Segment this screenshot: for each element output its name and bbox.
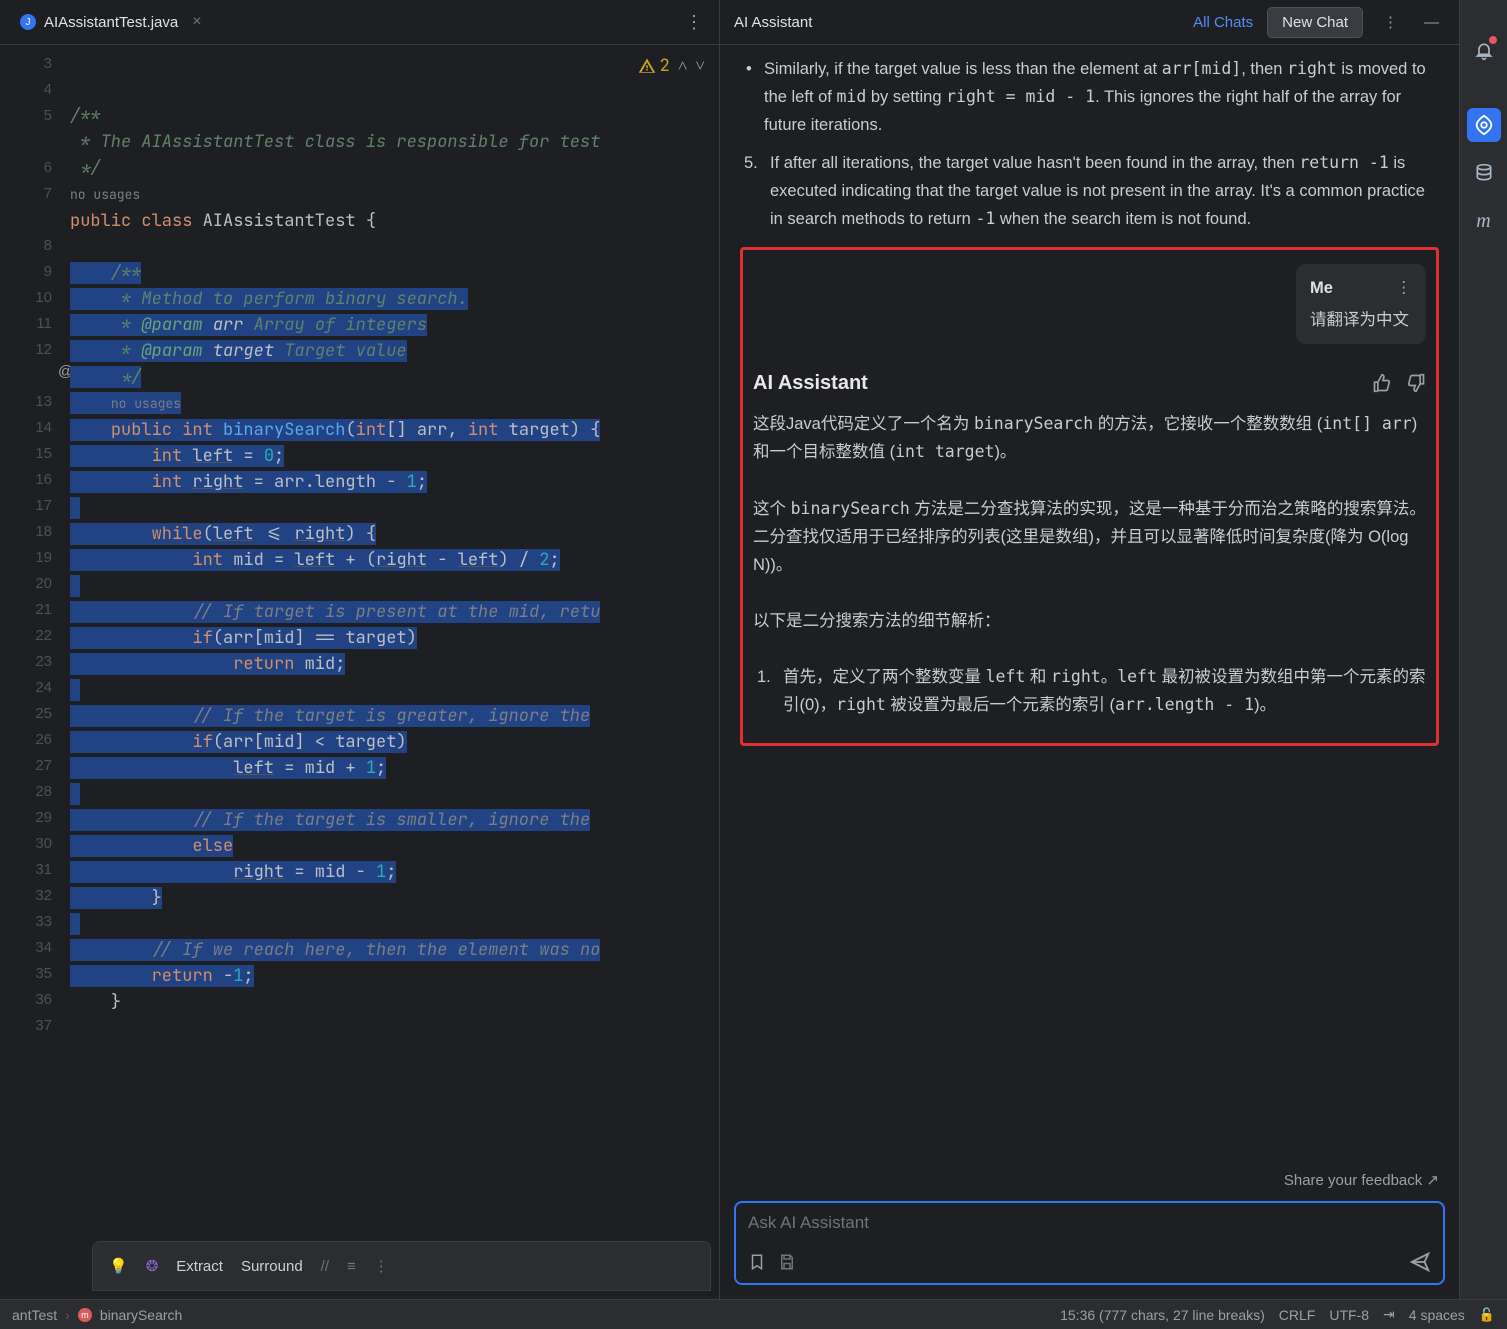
extract-action[interactable]: Extract xyxy=(176,1258,223,1275)
all-chats-link[interactable]: All Chats xyxy=(1193,14,1253,31)
thumbs-up-icon[interactable] xyxy=(1372,373,1392,393)
message-menu-icon[interactable]: ⋮ xyxy=(1396,274,1413,302)
intention-action-bar: 💡 ❂ Extract Surround // ≡ ⋮ xyxy=(92,1241,711,1291)
java-file-icon: J xyxy=(20,14,36,30)
editor-tab[interactable]: J AIAssistantTest.java × xyxy=(10,7,212,37)
code-editor[interactable]: /** * The AIAssistantTest class is respo… xyxy=(70,45,719,1299)
encoding[interactable]: UTF-8 xyxy=(1329,1307,1369,1323)
bulb-icon[interactable]: 💡 xyxy=(109,1257,128,1275)
tab-filename: AIAssistantTest.java xyxy=(44,14,178,31)
comment-action-icon[interactable]: // xyxy=(321,1258,329,1275)
line-gutter: 345 67 89 101112 1314 151617 181920 2122… xyxy=(0,45,70,1299)
bookmark-icon[interactable] xyxy=(748,1253,766,1271)
ai-menu-icon[interactable]: ⋮ xyxy=(1377,13,1404,31)
list-item: Similarly, if the target value is less t… xyxy=(764,55,1439,139)
assistant-paragraph: 以下是二分搜索方法的细节解析： xyxy=(753,607,1426,635)
minimize-icon[interactable]: — xyxy=(1418,14,1445,31)
user-name: Me xyxy=(1310,274,1333,302)
new-chat-button[interactable]: New Chat xyxy=(1267,7,1363,38)
list-item: If after all iterations, the target valu… xyxy=(770,149,1439,233)
method-icon: m xyxy=(78,1308,92,1322)
user-message-text: 请翻译为中文 xyxy=(1310,306,1412,334)
warning-badge[interactable]: 2 xyxy=(638,53,670,79)
next-highlight-icon[interactable]: ˅ xyxy=(695,53,705,79)
prev-highlight-icon[interactable]: ˄ xyxy=(678,53,688,79)
more-actions-icon[interactable]: ⋮ xyxy=(374,1257,389,1275)
database-rail-icon[interactable] xyxy=(1467,156,1501,190)
breadcrumb[interactable]: antTest › m binarySearch xyxy=(12,1307,182,1323)
list-item: 首先，定义了两个整数变量 left 和 right。left 最初被设置为数组中… xyxy=(783,663,1426,719)
share-feedback-link[interactable]: Share your feedback ↗ xyxy=(720,1163,1459,1193)
ai-chat-body[interactable]: Similarly, if the target value is less t… xyxy=(720,45,1459,1163)
indent-setting[interactable]: 4 spaces xyxy=(1409,1307,1465,1323)
readonly-lock-icon[interactable]: 🔓 xyxy=(1479,1307,1495,1323)
ai-panel-title: AI Assistant xyxy=(734,14,812,31)
reformat-action-icon[interactable]: ≡ xyxy=(347,1258,356,1275)
caret-position[interactable]: 15:36 (777 chars, 27 line breaks) xyxy=(1060,1307,1265,1323)
notifications-icon[interactable] xyxy=(1467,34,1501,68)
save-icon[interactable] xyxy=(778,1253,796,1271)
line-separator[interactable]: CRLF xyxy=(1279,1307,1316,1323)
ai-spiral-icon[interactable]: ❂ xyxy=(146,1257,159,1275)
ask-input-box[interactable] xyxy=(734,1201,1445,1285)
surround-action[interactable]: Surround xyxy=(241,1258,303,1275)
assistant-name: AI Assistant xyxy=(753,366,868,400)
maven-rail-icon[interactable]: m xyxy=(1467,204,1501,238)
assistant-paragraph: 这个 binarySearch 方法是二分查找算法的实现，这是一种基于分而治之策… xyxy=(753,495,1426,579)
user-message: Me ⋮ 请翻译为中文 xyxy=(1296,264,1426,344)
indent-icon: ⇥ xyxy=(1383,1306,1395,1323)
assistant-paragraph: 这段Java代码定义了一个名为 binarySearch 的方法，它接收一个整数… xyxy=(753,410,1426,466)
no-usages-hint: no usages xyxy=(70,186,140,203)
thumbs-down-icon[interactable] xyxy=(1406,373,1426,393)
highlighted-chat-section: Me ⋮ 请翻译为中文 AI Assistant xyxy=(740,247,1439,746)
ai-assistant-rail-icon[interactable] xyxy=(1467,108,1501,142)
tab-menu-icon[interactable]: ⋮ xyxy=(679,12,709,33)
close-tab-icon[interactable]: × xyxy=(192,13,201,31)
send-icon[interactable] xyxy=(1409,1251,1431,1273)
ask-input[interactable] xyxy=(748,1213,1431,1233)
